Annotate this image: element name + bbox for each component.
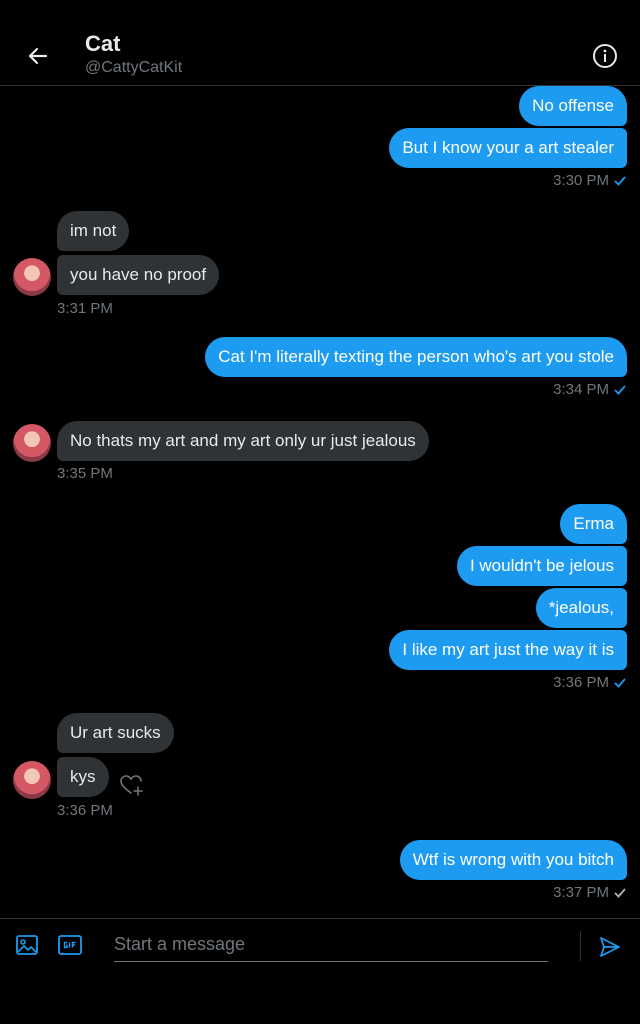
sent-message-bubble[interactable]: I wouldn't be jelous (456, 546, 627, 586)
heart-plus-icon[interactable] (119, 773, 145, 797)
check-icon (614, 678, 626, 688)
check-icon (614, 385, 626, 395)
back-arrow-icon[interactable] (22, 40, 54, 72)
message-timestamp: 3:37 PM (553, 884, 626, 901)
sent-message-bubble[interactable]: No offense (519, 86, 627, 126)
message-composer (0, 918, 640, 1024)
check-icon (614, 176, 626, 186)
received-message-bubble[interactable]: Ur art sucks (57, 713, 174, 753)
avatar[interactable] (13, 258, 51, 296)
received-message-bubble[interactable]: im not (57, 211, 130, 251)
message-timestamp: 3:31 PM (57, 300, 113, 317)
composer-divider (580, 931, 581, 961)
message-timestamp: 3:36 PM (57, 802, 113, 819)
gif-icon[interactable] (58, 934, 82, 956)
message-timestamp: 3:35 PM (57, 465, 113, 482)
send-icon[interactable] (598, 935, 622, 959)
conversation-handle[interactable]: @CattyCatKit (85, 59, 182, 77)
conversation-header: Cat @CattyCatKit (0, 0, 640, 86)
message-timestamp: 3:30 PM (553, 172, 626, 189)
received-message-bubble[interactable]: you have no proof (57, 255, 220, 295)
dm-conversation: Cat @CattyCatKit No offense But I know y… (0, 0, 640, 1024)
avatar[interactable] (13, 424, 51, 462)
sent-message-bubble[interactable]: I like my art just the way it is (389, 630, 627, 670)
sent-message-bubble[interactable]: Erma (560, 504, 627, 544)
received-message-bubble[interactable]: No thats my art and my art only ur just … (57, 421, 429, 461)
message-input[interactable] (114, 927, 548, 962)
conversation-title[interactable]: Cat (85, 31, 120, 57)
check-icon (614, 888, 626, 898)
image-icon[interactable] (15, 933, 39, 957)
sent-message-bubble[interactable]: But I know your a art stealer (389, 128, 627, 168)
sent-message-bubble[interactable]: Cat I'm literally texting the person who… (205, 337, 627, 377)
message-timestamp: 3:36 PM (553, 674, 626, 691)
info-icon[interactable] (592, 43, 618, 69)
sent-message-bubble[interactable]: Wtf is wrong with you bitch (399, 840, 627, 880)
message-timestamp: 3:34 PM (553, 381, 626, 398)
sent-message-bubble[interactable]: *jealous, (535, 588, 627, 628)
received-message-bubble[interactable]: kys (57, 757, 109, 797)
avatar[interactable] (13, 761, 51, 799)
